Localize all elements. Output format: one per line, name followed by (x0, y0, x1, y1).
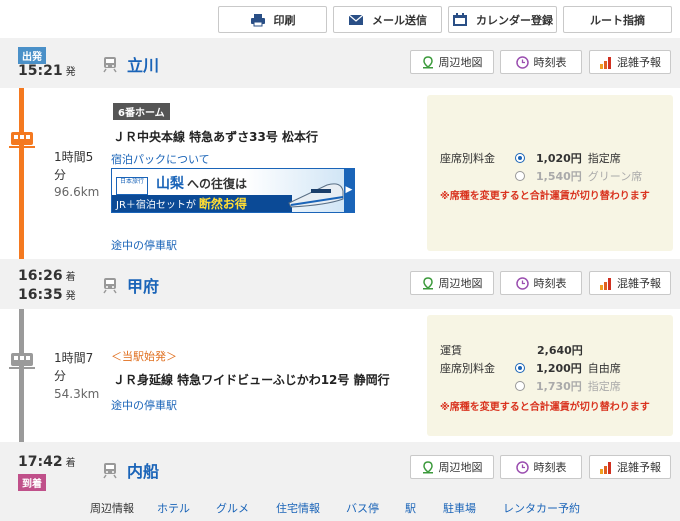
depart-badge: 出発 (18, 47, 46, 64)
email-button[interactable]: メール送信 (333, 6, 442, 33)
train-icon (103, 56, 117, 73)
seat-option-reserved[interactable]: 1,020円 指定席 (515, 150, 621, 166)
shinkansen-image (287, 175, 345, 212)
printer-icon (250, 13, 266, 27)
nearby-link-hotel[interactable]: ホテル (157, 500, 190, 516)
duration-1: 1時間5 分 (54, 150, 94, 182)
base-fare-row: 運賃 2,640円 (440, 344, 583, 357)
origin-note: ＜当駅始発＞ (111, 350, 177, 363)
fare-warning-1: ※席種を変更すると合計運賃が切り替わります (440, 191, 650, 202)
map-button[interactable]: 周辺地図 (410, 50, 494, 74)
stay-package-link[interactable]: 宿泊パックについて (111, 151, 210, 167)
train-gray-icon (9, 351, 35, 374)
radio-selected[interactable] (515, 363, 525, 373)
timetable-button[interactable]: 時刻表 (500, 271, 582, 295)
nearby-link-bus-stop[interactable]: バス停 (346, 500, 379, 516)
distance-2: 54.3km (54, 387, 100, 401)
brand-logo: 日本旅行 (116, 177, 148, 195)
seat-fare-row: 座席別料金 (440, 360, 495, 376)
clock-icon (515, 460, 529, 474)
fare-warning-2: ※席種を変更すると合計運賃が切り替わります (440, 402, 650, 413)
nearby-link-station[interactable]: 駅 (405, 500, 416, 516)
nearby-link-rental-car[interactable]: レンタカー予約 (503, 500, 580, 516)
banner-title-a: 山梨 (156, 176, 184, 192)
mail-icon (348, 13, 364, 27)
bar-chart-icon (600, 277, 611, 290)
promo-banner[interactable]: 日本旅行 山梨 への往復は JR＋宿泊セットが 断然お得 ▶ (111, 168, 355, 213)
map-pin-icon (422, 460, 433, 473)
arrive-badge: 到着 (18, 474, 46, 491)
route-label: ルート指摘 (590, 13, 645, 27)
calendar-button[interactable]: カレンダー登録 (448, 6, 557, 33)
route-line-2 (19, 309, 24, 442)
station-name-utsubuna[interactable]: 内船 (103, 458, 159, 482)
print-button[interactable]: 印刷 (218, 6, 327, 33)
clock-icon (515, 276, 529, 290)
distance-1: 96.6km (54, 185, 100, 199)
fare-box-1: 座席別料金 1,020円 指定席 1,540円 グリーン席 ※席種を変更すると合… (427, 95, 673, 251)
calendar-icon (452, 12, 468, 27)
depart-time-kofu: 16:35 発 (18, 287, 76, 303)
platform-badge: 6番ホーム (113, 103, 170, 120)
banner-sub-a: JR＋宿泊セットが (116, 200, 196, 211)
duration-2: 1時間7 分 (54, 351, 94, 383)
train-name-2: ＪＲ身延線 特急ワイドビューふじかわ12号 静岡行 (113, 373, 390, 387)
seat-fare-label: 座席別料金 (440, 362, 495, 375)
chevron-right-icon: ▶ (344, 169, 354, 212)
nearby-link-housing[interactable]: 住宅情報 (276, 500, 320, 516)
segment-2: 1時間7 分 54.3km ＜当駅始発＞ ＪＲ身延線 特急ワイドビューふじかわ1… (0, 309, 680, 442)
station-name-tachikawa[interactable]: 立川 (103, 52, 159, 76)
seat-fare-label: 座席別料金 (440, 152, 495, 165)
nearby-link-gourmet[interactable]: グルメ (216, 500, 249, 516)
radio-unselected[interactable] (515, 381, 525, 391)
radio-selected[interactable] (515, 153, 525, 163)
arrive-time-kofu: 16:26 着 (18, 268, 76, 284)
timetable-button[interactable]: 時刻表 (500, 50, 582, 74)
seat-fare-row: 座席別料金 (440, 150, 495, 166)
station-name-kofu[interactable]: 甲府 (103, 273, 159, 297)
arrive-time: 17:42 着 (18, 454, 76, 470)
banner-sub-b: 断然お得 (198, 197, 247, 211)
clock-icon (515, 55, 529, 69)
intermediate-stops-link-2[interactable]: 途中の停車駅 (111, 397, 177, 413)
train-icon (103, 277, 117, 294)
route-button[interactable]: ルート指摘 (563, 6, 672, 33)
station-row-transfer: 16:26 着 16:35 発 甲府 周辺地図 時刻表 混雑予報 (0, 259, 680, 309)
train-orange-icon (9, 130, 35, 153)
map-pin-icon (422, 55, 433, 68)
intermediate-stops-link-1[interactable]: 途中の停車駅 (111, 237, 177, 253)
bar-chart-icon (600, 461, 611, 474)
route-line-1 (19, 88, 24, 259)
seat-option-reserved[interactable]: 1,730円 指定席 (515, 378, 621, 394)
station-row-departure: 出発 15:21 発 立川 周辺地図 時刻表 混雑予報 (0, 38, 680, 88)
bar-chart-icon (600, 56, 611, 69)
seat-option-unreserved[interactable]: 1,200円 自由席 (515, 360, 621, 376)
map-button[interactable]: 周辺地図 (410, 271, 494, 295)
map-pin-icon (422, 276, 433, 289)
banner-title-b: への往復は (187, 177, 248, 191)
print-label: 印刷 (273, 13, 296, 27)
train-name-1: ＪＲ中央本線 特急あずさ33号 松本行 (113, 130, 319, 144)
fare-box-2: 運賃 2,640円 座席別料金 1,200円 自由席 1,730円 指定席 ※席… (427, 315, 673, 436)
depart-time: 15:21 発 (18, 63, 76, 79)
email-label: メール送信 (372, 13, 427, 27)
nearby-info-label: 周辺情報 (90, 502, 134, 515)
radio-unselected[interactable] (515, 171, 525, 181)
nearby-link-parking[interactable]: 駐車場 (443, 500, 476, 516)
base-fare-price: 2,640円 (537, 344, 583, 357)
crowd-forecast-button[interactable]: 混雑予報 (589, 271, 671, 295)
timetable-button[interactable]: 時刻表 (500, 455, 582, 479)
crowd-forecast-button[interactable]: 混雑予報 (589, 50, 671, 74)
map-button[interactable]: 周辺地図 (410, 455, 494, 479)
calendar-label: カレンダー登録 (476, 13, 553, 27)
seat-option-green[interactable]: 1,540円 グリーン席 (515, 168, 642, 184)
segment-1: 1時間5 分 96.6km 6番ホーム ＪＲ中央本線 特急あずさ33号 松本行 … (0, 88, 680, 259)
crowd-forecast-button[interactable]: 混雑予報 (589, 455, 671, 479)
train-icon (103, 462, 117, 479)
